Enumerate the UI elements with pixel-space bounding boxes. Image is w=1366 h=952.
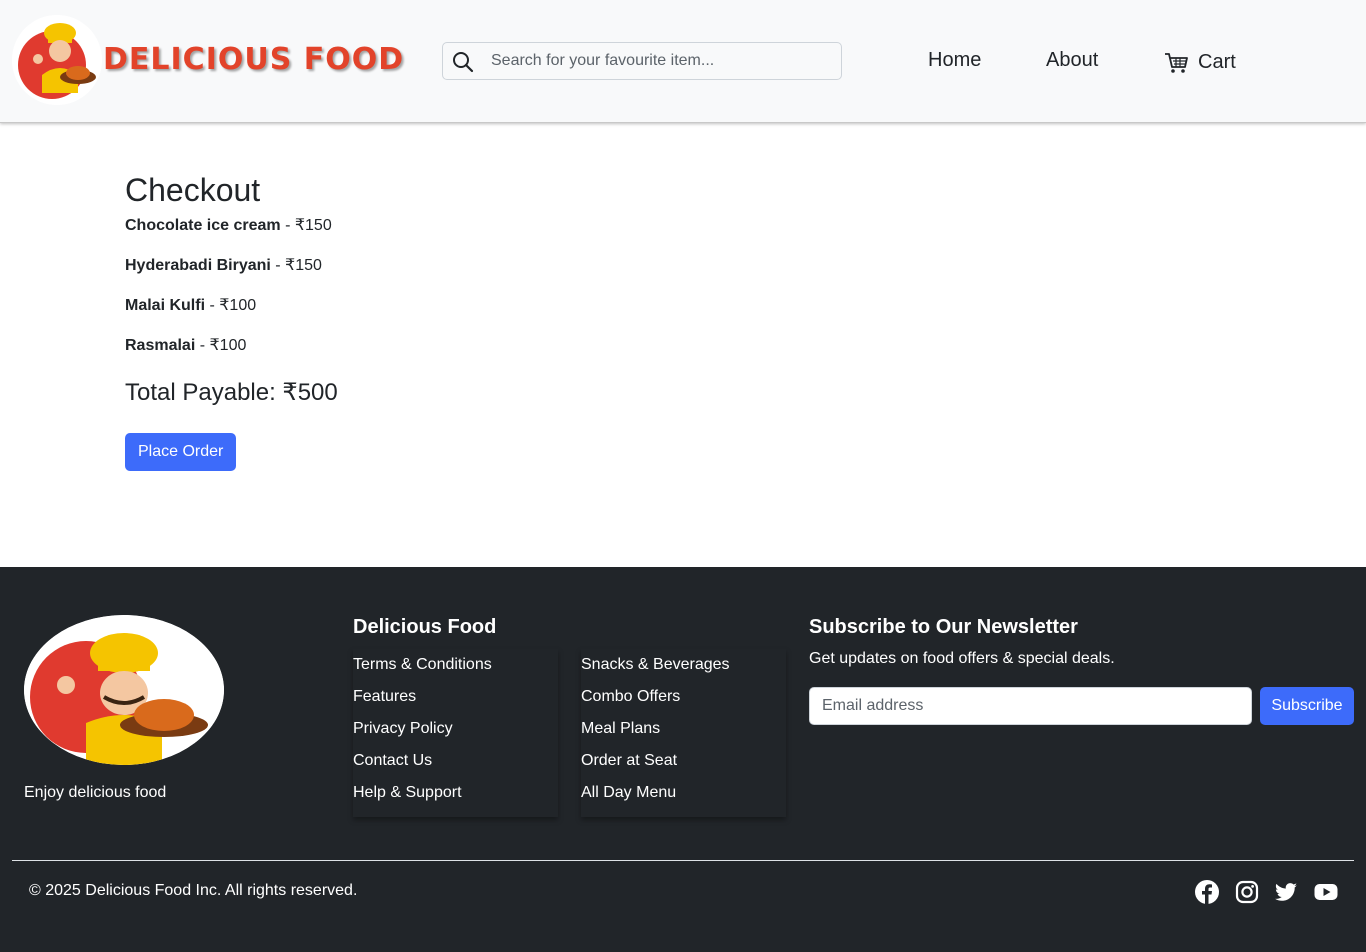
site-footer: Enjoy delicious food Delicious Food Term… <box>0 567 1366 952</box>
page-title: Checkout <box>125 172 261 208</box>
chef-logo-icon <box>24 615 224 765</box>
footer-link-all-day[interactable]: All Day Menu <box>581 777 786 809</box>
footer-links-group: Snacks & Beverages Combo Offers Meal Pla… <box>581 649 786 817</box>
footer-link-snacks[interactable]: Snacks & Beverages <box>581 649 786 681</box>
cart-icon <box>1165 53 1188 73</box>
youtube-icon[interactable] <box>1313 879 1339 905</box>
item-name: Malai Kulfi <box>125 297 206 314</box>
footer-link-contact[interactable]: Contact Us <box>353 745 558 777</box>
footer-link-meal-plans[interactable]: Meal Plans <box>581 713 786 745</box>
footer-link-features[interactable]: Features <box>353 681 558 713</box>
total-payable: Total Payable: ₹500 <box>125 379 338 406</box>
item-price: - ₹150 <box>270 257 322 274</box>
search-bar <box>442 42 842 80</box>
twitter-icon[interactable] <box>1273 879 1299 905</box>
newsletter-subtitle: Get updates on food offers & special dea… <box>809 650 1115 667</box>
email-field[interactable] <box>809 687 1252 725</box>
checkout-item: Chocolate ice cream - ₹150 <box>125 216 1125 256</box>
checkout-section: Checkout Chocolate ice cream - ₹150 Hyde… <box>125 170 1125 471</box>
checkout-item: Rasmalai - ₹100 <box>125 336 1125 376</box>
nav-cart-link[interactable]: Cart <box>1163 49 1236 75</box>
footer-link-terms[interactable]: Terms & Conditions <box>353 649 558 681</box>
item-price: - ₹100 <box>195 337 247 354</box>
instagram-icon[interactable] <box>1234 879 1260 905</box>
checkout-item: Malai Kulfi - ₹100 <box>125 296 1125 336</box>
checkout-item-list: Chocolate ice cream - ₹150 Hyderabadi Bi… <box>125 216 1125 376</box>
search-input[interactable] <box>491 43 831 79</box>
footer-link-privacy[interactable]: Privacy Policy <box>353 713 558 745</box>
place-order-button[interactable]: Place Order <box>125 433 237 471</box>
item-price: - ₹150 <box>280 217 332 234</box>
nav-cart-label: Cart <box>1198 50 1236 73</box>
footer-links-group: Terms & Conditions Features Privacy Poli… <box>353 649 558 817</box>
footer-link-order-seat[interactable]: Order at Seat <box>581 745 786 777</box>
copyright-text: © 2025 Delicious Food Inc. All rights re… <box>29 882 358 899</box>
nav-home-link[interactable]: Home <box>928 49 981 72</box>
item-price: - ₹100 <box>205 297 257 314</box>
item-name: Hyderabadi Biryani <box>125 257 271 274</box>
brand-name[interactable]: DELICIOUS FOOD <box>103 42 404 77</box>
site-header: DELICIOUS FOOD Home About Cart <box>0 0 1366 123</box>
item-name: Chocolate ice cream <box>125 217 281 234</box>
footer-column-title: Delicious Food <box>353 616 497 638</box>
search-icon[interactable] <box>452 51 474 73</box>
nav-about-link[interactable]: About <box>1046 49 1098 72</box>
checkout-item: Hyderabadi Biryani - ₹150 <box>125 256 1125 296</box>
footer-link-help[interactable]: Help & Support <box>353 777 558 809</box>
subscribe-button[interactable]: Subscribe <box>1260 687 1354 725</box>
footer-divider <box>12 860 1354 861</box>
newsletter-title: Subscribe to Our Newsletter <box>809 616 1078 638</box>
chef-logo-icon[interactable] <box>12 15 102 105</box>
footer-tagline: Enjoy delicious food <box>24 784 167 801</box>
item-name: Rasmalai <box>125 337 196 354</box>
facebook-icon[interactable] <box>1194 879 1220 905</box>
footer-link-combo[interactable]: Combo Offers <box>581 681 786 713</box>
